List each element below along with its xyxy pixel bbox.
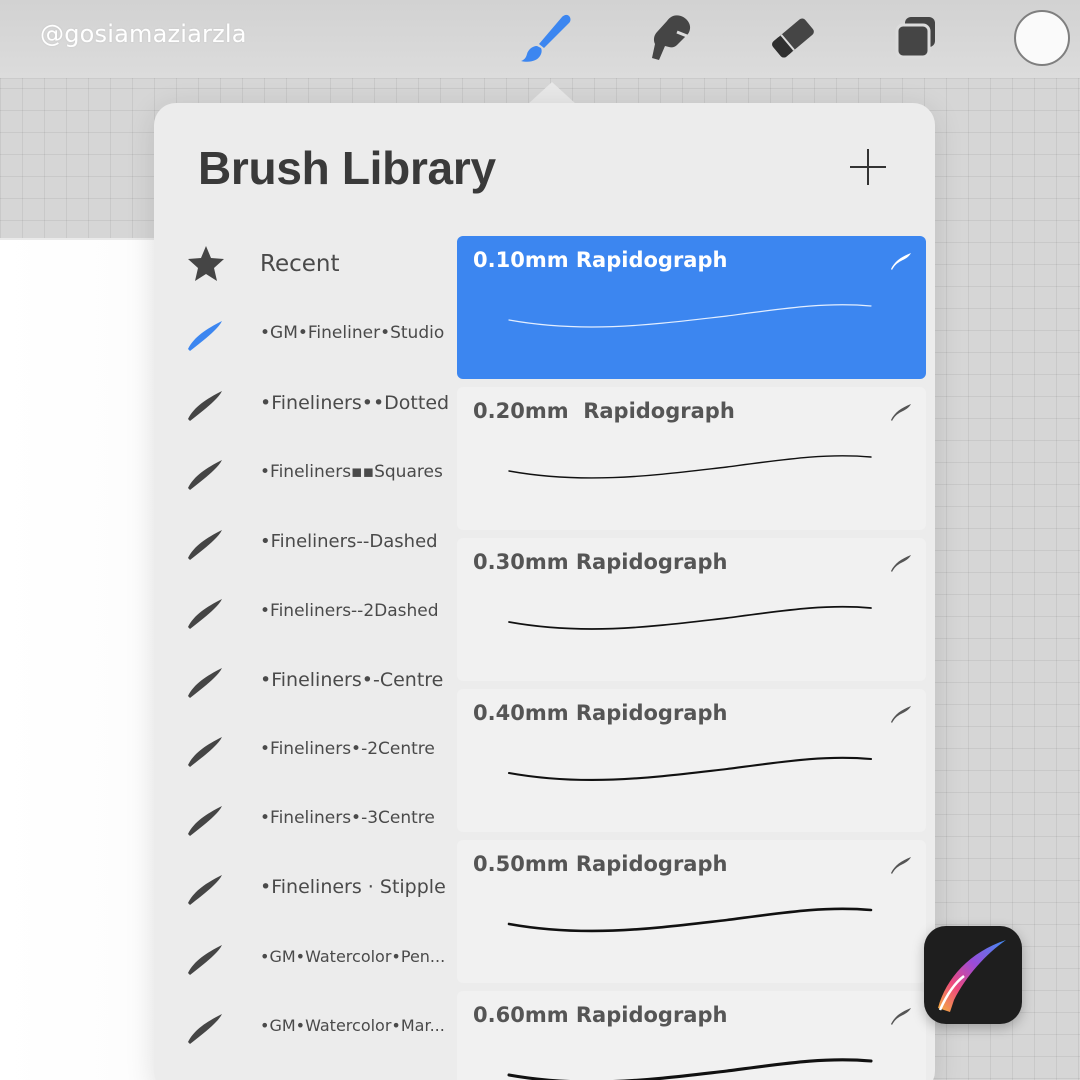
brush-set-label: •Fineliners · Stipple: [260, 875, 446, 898]
brush-set-label: •Fineliners•-2Centre: [260, 738, 435, 759]
popover-arrow: [528, 82, 576, 104]
brush-library-panel: Brush Library Recent •GM•Fineliner•Studio…: [154, 103, 935, 1080]
brush-set-item[interactable]: •Fineliners•-2Centre: [154, 714, 454, 783]
brush-set-label: •Fineliners▪▪Squares: [260, 461, 443, 482]
brush-icon: [517, 12, 575, 64]
layers-tool-button[interactable]: [886, 10, 946, 66]
brush-set-item[interactable]: •Fineliners▪▪Squares: [154, 437, 454, 506]
brush-stroke-icon: [184, 935, 228, 979]
brush-set-item[interactable]: •GM•Watercolor•Mar...: [154, 991, 454, 1060]
brush-stroke-preview: [508, 455, 872, 479]
brush-set-label: •Fineliners--Dashed: [260, 531, 438, 552]
brush-set-label: Recent: [260, 250, 340, 277]
brush-card[interactable]: 0.10mm Rapidograph: [457, 236, 926, 379]
brush-stroke-icon: [184, 727, 228, 771]
brush-card[interactable]: 0.60mm Rapidograph: [457, 991, 926, 1080]
brush-stroke-preview: [508, 605, 872, 630]
brush-stroke-icon: [184, 1004, 228, 1048]
brush-set-label: •Fineliners•-Centre: [260, 668, 444, 691]
brush-set-item[interactable]: •Fineliners•-Centre: [154, 645, 454, 714]
brush-stroke-icon: [184, 865, 228, 909]
brush-set-item[interactable]: •Fineliners--2Dashed: [154, 576, 454, 645]
brush-set-item[interactable]: •Fineliners•-3Centre: [154, 783, 454, 852]
brush-card[interactable]: 0.30mm Rapidograph: [457, 538, 926, 681]
brush-stroke-icon: [184, 311, 228, 355]
brush-set-item[interactable]: •Fineliners--Dashed: [154, 507, 454, 576]
brush-card[interactable]: 0.50mm Rapidograph: [457, 840, 926, 983]
panel-title: Brush Library: [198, 142, 496, 194]
brush-set-item[interactable]: •GM•Fineliner•Studio: [154, 298, 454, 367]
brush-card[interactable]: 0.40mm Rapidograph: [457, 689, 926, 832]
eraser-icon: [766, 12, 820, 64]
brush-stroke-preview: [507, 1058, 873, 1080]
brush-stroke-preview: [508, 304, 872, 328]
brush-set-item[interactable]: •Fineliners••Dotted: [154, 368, 454, 437]
add-brush-button[interactable]: [848, 147, 888, 187]
brush-set-label: •Fineliners--2Dashed: [260, 600, 439, 621]
brush-stroke-icon: [184, 450, 228, 494]
star-icon: [184, 242, 228, 286]
brush-card[interactable]: 0.20mm Rapidograph: [457, 387, 926, 530]
top-toolbar: @gosiamaziarzla: [0, 0, 1080, 78]
brush-set-item[interactable]: •GM•Watercolor•Pen...: [154, 922, 454, 991]
brush-stroke-preview: [507, 756, 873, 782]
watermark-handle: @gosiamaziarzla: [40, 20, 247, 48]
brush-tool-button[interactable]: [516, 10, 576, 66]
brush-set-label: •GM•Fineliner•Studio: [260, 322, 445, 343]
brush-set-label: •GM•Watercolor•Pen...: [260, 947, 446, 966]
brush-set-label: •GM•Watercolor•Mar...: [260, 1016, 445, 1035]
brush-stroke-icon: [184, 520, 228, 564]
brush-stroke-icon: [184, 658, 228, 702]
brush-set-item[interactable]: Recent: [154, 229, 454, 298]
layers-icon: [891, 13, 941, 63]
brush-set-label: •Fineliners••Dotted: [260, 391, 450, 414]
eraser-tool-button[interactable]: [763, 10, 823, 66]
brush-stroke-preview: [507, 907, 873, 933]
brush-stroke-icon: [184, 796, 228, 840]
brush-set-label: •Fineliners•-3Centre: [260, 807, 435, 828]
smudge-icon: [643, 12, 697, 64]
smudge-tool-button[interactable]: [640, 10, 700, 66]
color-picker-button[interactable]: [1014, 10, 1070, 66]
brush-stroke-icon: [184, 381, 228, 425]
brush-set-item[interactable]: •Fineliners · Stipple: [154, 852, 454, 921]
brush-stroke-icon: [184, 589, 228, 633]
procreate-app-icon: [924, 926, 1022, 1024]
